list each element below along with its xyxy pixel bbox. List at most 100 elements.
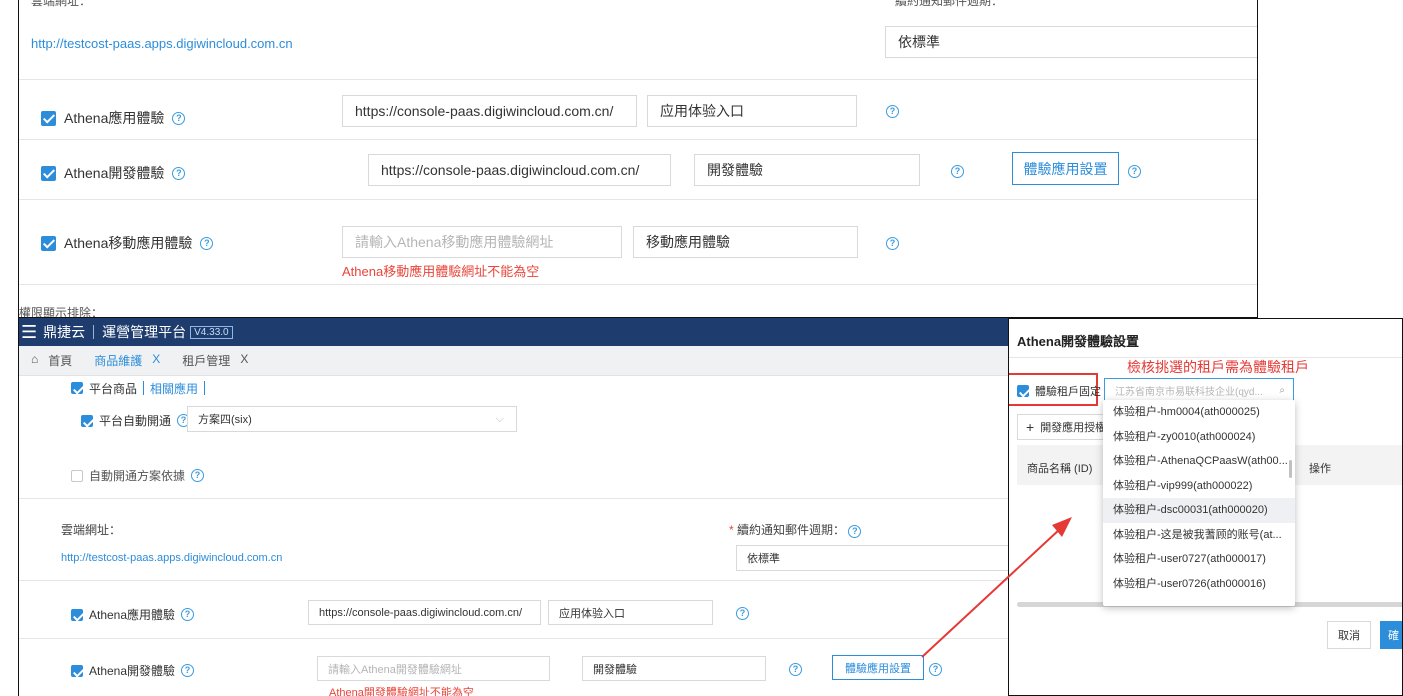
auto-open-basis-checkbox[interactable] [71,469,83,482]
auto-open-label: 平台自動開通 [99,414,172,428]
tab-product-maintenance[interactable]: 商品維護 X [94,352,160,369]
experience-app-settings-button[interactable]: 體驗應用設置 [1012,152,1119,185]
platform-title: 運營管理平台 [102,324,187,340]
auto-open-basis-row: 自動開通方案依據 ? [71,467,205,484]
annotation-text: 檢核挑選的租戶需為體驗租戶 [1127,359,1309,375]
athena-dev-url-input[interactable]: https://console-paas.digiwincloud.com.cn… [368,154,671,186]
tenant-fixed-checkbox[interactable] [1017,385,1029,397]
dev-url-error: Athena開發體驗網址不能為空 [329,687,474,696]
divider [19,580,1008,581]
brand-logo: 鼎捷云 [43,324,86,340]
tab-label: 商品維護 [94,354,143,368]
mobile-url-error: Athena移動應用體驗網址不能為空 [342,264,540,279]
dev-app-auth-button[interactable]: + 開發應用授權 [1017,414,1117,440]
dropdown-option[interactable]: 体验租户-dsc00031(ath000020) [1103,498,1295,523]
help-icon[interactable]: ? [789,663,802,676]
help-icon[interactable]: ? [886,105,899,118]
home-icon: ⌂ [31,352,39,366]
cancel-button[interactable]: 取消 [1327,621,1371,649]
divider [19,79,1257,80]
menu-icon[interactable]: ☰ [21,322,37,343]
auto-open-checkbox[interactable] [81,414,93,427]
tenant-dropdown: 体验租户-hm0004(ath000025) 体验租户-zy0010(ath00… [1103,400,1295,606]
athena-app-url-input[interactable]: https://console-paas.digiwincloud.com.cn… [308,600,541,625]
related-app-button[interactable]: 相關應用 [143,381,206,395]
athena-app-name-input[interactable]: 应用体验入口 [548,600,713,625]
auto-open-row: 平台自動開通 ? [81,412,191,429]
platform-goods-label: 平台商品 [89,381,138,396]
plan-value: 方案四(six) [198,414,252,426]
divider [19,498,1008,499]
athena-app-experience-checkbox[interactable] [41,110,56,126]
dev-app-auth-label: 開發應用授權 [1040,422,1107,434]
tab-label: 租戶管理 [182,354,231,368]
divider [19,284,1257,285]
dropdown-option[interactable]: 体验租户-user0727(ath000017) [1103,547,1295,572]
tab-home[interactable]: ⌂ 首頁 [31,352,72,369]
help-icon[interactable]: ? [736,607,749,620]
background-screenshot: ☰ 鼎捷云 運營管理平台 V4.33.0 ⌂ 首頁 商品維護 X 租戶管理 X … [18,318,1008,696]
dropdown-option[interactable]: 体验租户-AthenaQCPaasW(ath00... [1103,449,1295,474]
dropdown-scrollbar[interactable] [1289,460,1292,478]
athena-mobile-experience-label: Athena移動應用體驗 [64,235,193,251]
tenant-search-placeholder: 江苏省南京市易联科技企业(qyd... [1115,386,1263,398]
athena-dev-experience-checkbox[interactable] [71,664,83,677]
close-icon[interactable]: X [152,352,160,369]
athena-app-experience-checkbox[interactable] [71,608,83,621]
column-goods-name: 商品名稱 (ID) [1027,463,1093,475]
notify-cycle-label: * 續約通知郵件週期： ? [729,521,862,538]
athena-dev-experience-row: Athena開發體驗 ? [71,662,195,679]
help-icon[interactable]: ? [181,664,195,677]
column-action: 操作 [1309,463,1331,475]
confirm-button[interactable]: 確 [1380,621,1402,649]
notify-cycle-select[interactable]: 依標準 [885,26,1257,58]
dropdown-option[interactable]: 体验租户-这是被我蓍顾的账号(at... [1103,523,1295,548]
athena-dev-experience-checkbox[interactable] [41,165,56,181]
tenant-search-input[interactable]: 江苏省南京市易联科技企业(qyd... ⌕ [1104,378,1294,402]
platform-goods-row: 平台商品 相關應用 [71,381,206,396]
dropdown-option[interactable]: 体验租户-zy0010(ath000024) [1103,425,1295,450]
help-icon[interactable]: ? [1128,165,1141,178]
athena-app-name-input[interactable]: 应用体验入口 [647,95,857,127]
dropdown-option[interactable]: 体验租户-hm0004(ath000025) [1103,400,1295,425]
chevron-down-icon: ⌵ [495,412,504,425]
help-icon[interactable]: ? [886,237,899,250]
athena-mobile-experience-row: Athena移動應用體驗 ? [41,233,214,253]
close-icon[interactable]: X [240,352,248,369]
platform-goods-checkbox[interactable] [71,382,83,394]
dialog-title: Athena開發體驗設置 [1017,334,1140,349]
dropdown-option[interactable]: 体验租户-vip999(ath000022) [1103,474,1295,499]
plus-icon: + [1026,419,1035,435]
zoomed-form-panel: 雲端網址： 續約通知郵件週期： http://testcost-paas.app… [18,0,1258,318]
cloud-url-link[interactable]: http://testcost-paas.apps.digiwincloud.c… [31,36,293,51]
dropdown-option[interactable]: 体验租户-user0726(ath000016) [1103,572,1295,597]
tab-tenant-management[interactable]: 租戶管理 X [182,352,248,369]
divider [19,199,1257,200]
cloud-url-link[interactable]: http://testcost-paas.apps.digiwincloud.c… [61,552,282,564]
cloud-url-label: 雲端網址： [61,523,122,537]
help-icon[interactable]: ? [181,608,195,621]
search-icon: ⌕ [1279,384,1285,396]
athena-dev-name-input[interactable]: 開發體驗 [582,656,766,681]
cloud-url-label: 雲端網址： [31,0,92,8]
athena-dev-url-input[interactable]: 請輸入Athena開發體驗網址 [317,656,550,681]
athena-mobile-url-input[interactable]: 請輸入Athena移動應用體驗網址 [342,226,622,258]
plan-select[interactable]: 方案四(six) ⌵ [187,406,517,432]
version-badge: V4.33.0 [190,325,233,339]
tenant-fixed-label: 體驗租戶固定 [1035,386,1101,398]
athena-app-url-input[interactable]: https://console-paas.digiwincloud.com.cn… [342,95,637,127]
help-icon[interactable]: ? [848,525,862,538]
top-navigation-bar: ☰ 鼎捷云 運營管理平台 V4.33.0 [19,318,1008,346]
help-icon[interactable]: ? [191,469,205,482]
auto-open-basis-label: 自動開通方案依據 [89,469,186,483]
athena-dev-name-input[interactable]: 開發體驗 [694,154,920,186]
athena-mobile-experience-checkbox[interactable] [41,235,56,251]
help-icon[interactable]: ? [951,165,964,178]
help-icon[interactable]: ? [172,166,186,180]
athena-app-experience-row: Athena應用體驗 ? [41,108,186,128]
divider [19,139,1257,140]
help-icon[interactable]: ? [200,236,214,250]
help-icon[interactable]: ? [172,111,186,125]
athena-mobile-name-input[interactable]: 移動應用體驗 [633,226,858,258]
notify-cycle-label: 續約通知郵件週期： [895,0,1004,8]
